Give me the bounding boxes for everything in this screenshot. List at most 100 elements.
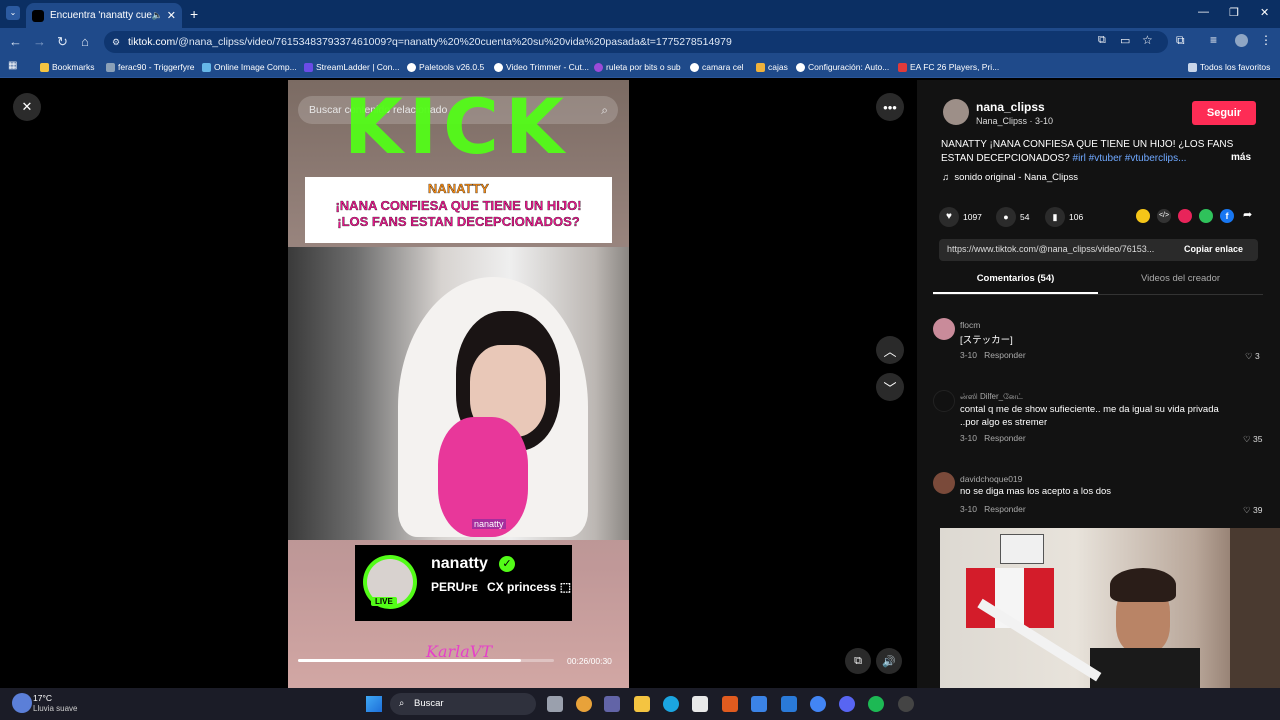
nanatty-watermark: nanatty xyxy=(472,519,506,529)
bookmark-item[interactable]: ferac90 - Triggerfyre xyxy=(106,60,195,74)
bookmark-item[interactable]: ruleta por bits o sub xyxy=(594,60,681,74)
windows-start-icon[interactable] xyxy=(366,696,382,712)
creator-avatar[interactable] xyxy=(943,99,969,125)
streamer-card: LIVE nanatty ✓ PERUᴘᴇ CX princess ⬚ xyxy=(355,545,572,621)
tab-search-icon[interactable]: ⌄ xyxy=(6,6,20,20)
reply-button[interactable]: Responder xyxy=(984,350,1026,360)
bookmark-item[interactable]: camara cel xyxy=(690,60,744,74)
spotify-icon[interactable] xyxy=(868,696,884,712)
apps-grid-icon[interactable]: ▦ xyxy=(8,60,17,71)
streamer-name: nanatty xyxy=(431,555,488,572)
whatsapp-icon[interactable] xyxy=(1199,209,1213,223)
embed-icon[interactable]: </> xyxy=(1157,209,1171,223)
next-video-icon[interactable]: ﹀ xyxy=(876,373,904,401)
new-tab-icon[interactable]: + xyxy=(190,6,198,22)
forward-icon[interactable]: → xyxy=(33,34,46,49)
heart-icon[interactable]: ♡ xyxy=(1243,434,1251,444)
edge-icon[interactable] xyxy=(663,696,679,712)
save-icon[interactable]: ▮ xyxy=(1045,207,1065,227)
send-icon[interactable] xyxy=(1178,209,1192,223)
video-link[interactable]: https://www.tiktok.com/@nana_clipss/vide… xyxy=(947,244,1179,254)
bookmark-item[interactable]: Bookmarks xyxy=(40,60,95,74)
reply-button[interactable]: Responder xyxy=(984,504,1026,514)
url-field[interactable]: ⚙ tiktok.com/@nana_clipss/video/76153483… xyxy=(104,31,1168,53)
teams-icon[interactable] xyxy=(604,696,620,712)
extensions-icon[interactable]: ⧉ xyxy=(1176,33,1185,48)
comment-user[interactable]: davidchoque019 xyxy=(960,474,1022,484)
creator-username[interactable]: nana_clipss xyxy=(976,100,1045,114)
bookmark-item[interactable]: Paletools v26.0.5 xyxy=(407,60,484,74)
tab-close-icon[interactable]: ✕ xyxy=(167,9,176,22)
reply-button[interactable]: Responder xyxy=(984,433,1026,443)
site-info-icon[interactable]: ⚙ xyxy=(112,31,120,53)
maximize-icon[interactable]: ❐ xyxy=(1229,6,1239,19)
comment-text: contal q me de show sufieciente.. me da … xyxy=(960,404,1219,428)
bookmark-label: Video Trimmer - Cut... xyxy=(506,62,589,72)
taskbar-search[interactable]: ⌕ Buscar xyxy=(390,693,536,715)
weather-icon[interactable] xyxy=(12,693,32,713)
comment-user[interactable]: flocm xyxy=(960,320,980,330)
bookmark-item[interactable]: EA FC 26 Players, Pri... xyxy=(898,60,999,74)
volume-icon[interactable]: 🔊 xyxy=(876,648,902,674)
cast-icon[interactable]: ▭ xyxy=(1120,34,1130,47)
discord-icon[interactable] xyxy=(839,696,855,712)
share-friends-icon[interactable] xyxy=(1136,209,1150,223)
bookmark-label: Configuración: Auto... xyxy=(808,62,890,72)
comment-avatar[interactable] xyxy=(933,390,955,412)
heart-icon[interactable]: ♡ xyxy=(1243,505,1251,515)
comment-avatar[interactable] xyxy=(933,318,955,340)
share-arrow-icon[interactable]: ➦ xyxy=(1243,208,1252,221)
tab-comments[interactable]: Comentarios (54) xyxy=(933,273,1098,284)
browser-tab[interactable]: Encuentra 'nanatty cuenta 🔈 ✕ xyxy=(26,3,182,28)
caption-hashtags[interactable]: #irl #vtuber #vtuberclips... xyxy=(1073,153,1187,164)
outlook-icon[interactable] xyxy=(781,696,797,712)
bookmark-label: ferac90 - Triggerfyre xyxy=(118,62,195,72)
bookmark-item[interactable]: cajas xyxy=(756,60,788,74)
follow-button[interactable]: Seguir xyxy=(1192,101,1256,125)
media-icon[interactable]: ≡ xyxy=(1210,33,1217,47)
back-icon[interactable]: ← xyxy=(9,34,22,49)
copilot-icon[interactable] xyxy=(576,696,592,712)
obs-icon[interactable] xyxy=(898,696,914,712)
search-icon[interactable]: ⌕ xyxy=(601,96,608,124)
bookmark-item[interactable]: StreamLadder | Con... xyxy=(304,60,399,74)
floating-player-icon[interactable]: ⧉ xyxy=(845,648,871,674)
url-host: tiktok.com xyxy=(128,36,176,48)
task-view-icon[interactable] xyxy=(547,696,563,712)
more-options-icon[interactable]: ••• xyxy=(876,93,904,121)
store-icon[interactable] xyxy=(692,696,708,712)
translate-icon[interactable]: ⧉ xyxy=(1098,34,1106,47)
mail-icon[interactable] xyxy=(751,696,767,712)
url-path: /@nana_clipss/video/7615348379337461009?… xyxy=(175,36,732,48)
chrome-icon[interactable] xyxy=(810,696,826,712)
file-explorer-icon[interactable] xyxy=(634,696,650,712)
speaker-icon[interactable]: 🔈 xyxy=(152,10,163,21)
video-player[interactable]: Buscar contenido relacionado ⌕ KICK NANA… xyxy=(288,80,629,688)
bookmark-star-icon[interactable]: ☆ xyxy=(1142,33,1153,47)
reload-icon[interactable]: ↻ xyxy=(57,34,68,50)
facebook-icon[interactable]: f xyxy=(1220,209,1234,223)
previous-video-icon[interactable]: ︿ xyxy=(876,336,904,364)
comment-user[interactable]: ன்ஸி Dilfer_னேட் xyxy=(960,392,1023,402)
more-link[interactable]: más xyxy=(1231,152,1251,163)
menu-icon[interactable]: ⋮ xyxy=(1260,33,1272,47)
bookmark-item[interactable]: Video Trimmer - Cut... xyxy=(494,60,589,74)
tab-creator-videos[interactable]: Videos del creador xyxy=(1098,273,1263,284)
progress-track[interactable] xyxy=(298,659,554,662)
home-icon[interactable]: ⌂ xyxy=(81,34,89,49)
window-close-icon[interactable]: ✕ xyxy=(1260,6,1269,19)
sound-row[interactable]: ♫ sonido original - Nana_Clipss xyxy=(942,172,1078,183)
heart-icon[interactable]: ♡ xyxy=(1245,351,1253,361)
close-video-icon[interactable]: ✕ xyxy=(13,93,41,121)
bookmarks-bar: ▦ Bookmarks ferac90 - Triggerfyre Online… xyxy=(0,56,1280,78)
comment-icon[interactable]: ● xyxy=(996,207,1016,227)
app-orange-icon[interactable] xyxy=(722,696,738,712)
profile-avatar[interactable] xyxy=(1235,34,1248,47)
copy-link-button[interactable]: Copiar enlace xyxy=(1184,244,1243,254)
comment-avatar[interactable] xyxy=(933,472,955,494)
all-favorites[interactable]: Todos los favoritos xyxy=(1188,60,1270,74)
minimize-icon[interactable]: — xyxy=(1198,6,1209,18)
bookmark-item[interactable]: Online Image Comp... xyxy=(202,60,297,74)
like-icon[interactable]: ♥ xyxy=(939,207,959,227)
bookmark-item[interactable]: Configuración: Auto... xyxy=(796,60,889,74)
